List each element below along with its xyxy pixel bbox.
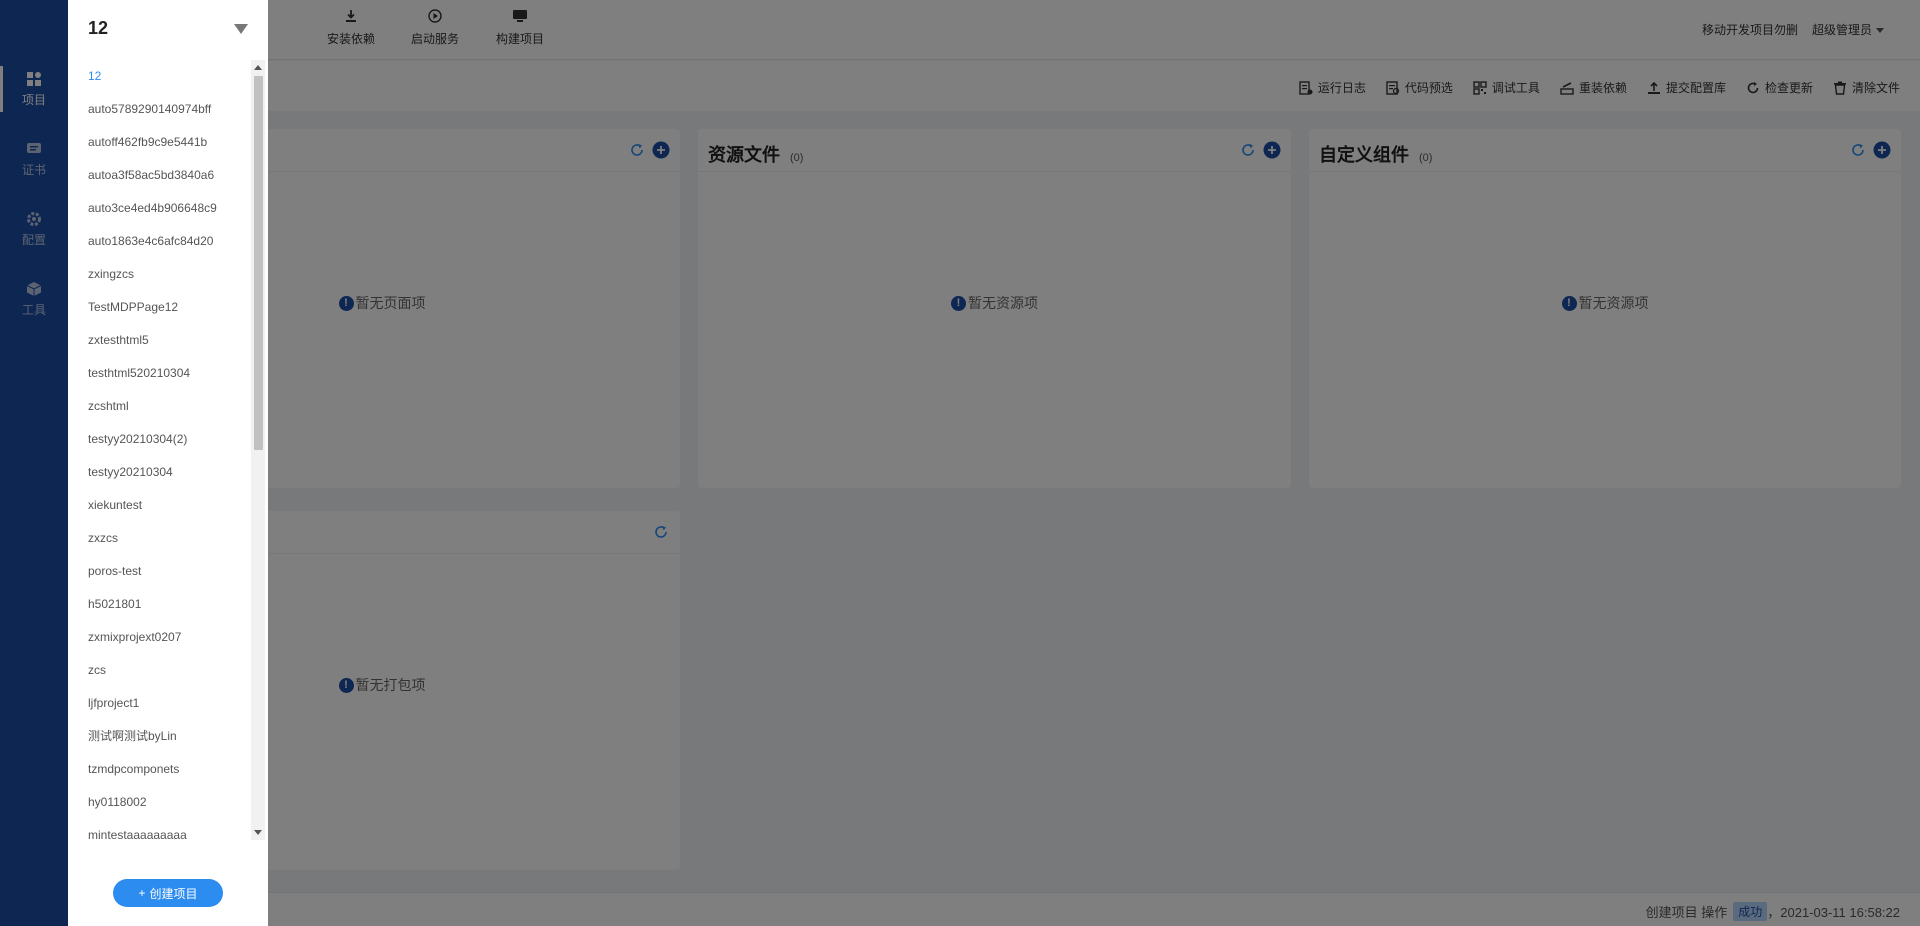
- create-project-label: 创建项目: [149, 886, 198, 901]
- project-list-item[interactable]: auto3ce4ed4b906648c9: [68, 192, 252, 225]
- scroll-down-icon[interactable]: [254, 830, 262, 835]
- project-list-item[interactable]: zxingzcs: [68, 258, 252, 291]
- project-list-item[interactable]: auto5789290140974bff: [68, 93, 252, 126]
- create-project-button[interactable]: + 创建项目: [113, 879, 223, 907]
- project-list-item[interactable]: zxzcs: [68, 522, 252, 555]
- project-list-item[interactable]: h5021801: [68, 588, 252, 621]
- scroll-up-icon[interactable]: [254, 65, 262, 70]
- project-list-item[interactable]: testyy20210304(2): [68, 423, 252, 456]
- project-list-item[interactable]: autoff462fb9c9e5441b: [68, 126, 252, 159]
- project-list-scrollbar[interactable]: [251, 60, 265, 840]
- project-list-item[interactable]: poros-test: [68, 555, 252, 588]
- project-list-item[interactable]: zxmixprojext0207: [68, 621, 252, 654]
- project-drawer: 12 12 auto5789290140974bff autoff462fb9c9e…: [68, 0, 268, 926]
- scroll-thumb[interactable]: [254, 76, 263, 450]
- project-list: 12 auto5789290140974bff autoff462fb9c9e544…: [68, 60, 252, 840]
- project-list-item[interactable]: auto1863e4c6afc84d20: [68, 225, 252, 258]
- project-list-item[interactable]: mintestaaaaaaaaa: [68, 819, 252, 840]
- project-list-item[interactable]: 12: [68, 60, 252, 93]
- project-list-item[interactable]: xiekuntest: [68, 489, 252, 522]
- modal-overlay[interactable]: [0, 0, 1920, 926]
- project-list-item[interactable]: zcs: [68, 654, 252, 687]
- project-list-item[interactable]: TestMDPPage12: [68, 291, 252, 324]
- plus-icon: +: [138, 886, 146, 900]
- project-list-item[interactable]: testhtml520210304: [68, 357, 252, 390]
- project-list-item[interactable]: ljfproject1: [68, 687, 252, 720]
- drawer-current-project: 12: [88, 18, 109, 38]
- project-list-item[interactable]: zcshtml: [68, 390, 252, 423]
- collapse-triangle-icon[interactable]: [234, 24, 248, 34]
- project-list-item[interactable]: testyy20210304: [68, 456, 252, 489]
- project-list-item[interactable]: tzmdpcomponets: [68, 753, 252, 786]
- project-list-item[interactable]: hy0118002: [68, 786, 252, 819]
- project-list-item[interactable]: zxtesthtml5: [68, 324, 252, 357]
- project-list-item[interactable]: autoa3f58ac5bd3840a6: [68, 159, 252, 192]
- project-list-item[interactable]: 测试啊测试byLin: [68, 720, 252, 753]
